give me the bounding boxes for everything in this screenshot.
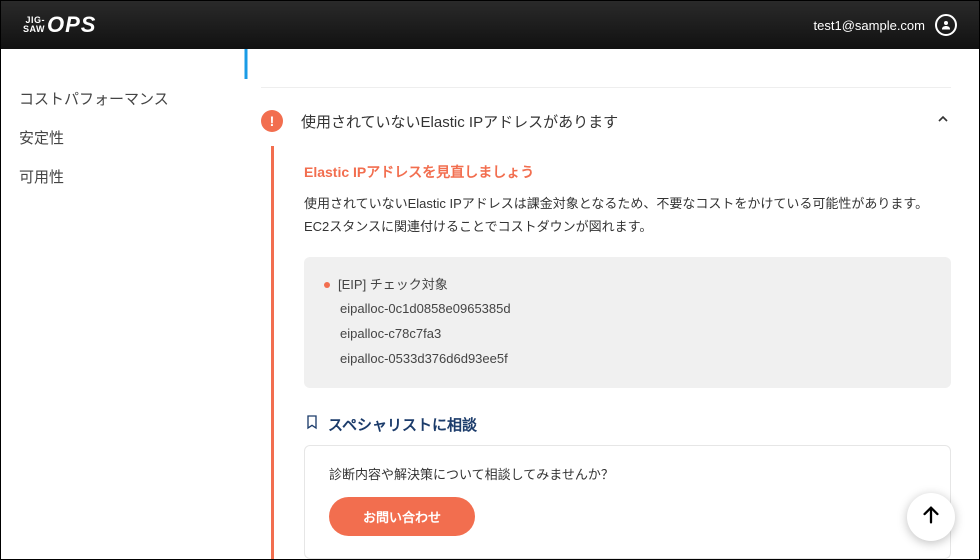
sidebar: コストパフォーマンス 安定性 可用性 (1, 49, 231, 559)
section-header[interactable]: ! 使用されていないElastic IPアドレスがあります (261, 87, 951, 146)
consult-header: スペシャリストに相談 (304, 414, 951, 435)
consult-question: 診断内容や解決策について相談してみませんか？ (329, 464, 926, 483)
bullet-icon (324, 282, 330, 288)
scroll-to-top-button[interactable] (907, 493, 955, 541)
user-icon (935, 14, 957, 36)
user-email: test1@sample.com (814, 18, 925, 33)
sidebar-item-availability[interactable]: 可用性 (19, 157, 231, 196)
sidebar-item-stability[interactable]: 安定性 (19, 118, 231, 157)
bookmark-icon (304, 414, 320, 434)
consult-section: スペシャリストに相談 診断内容や解決策について相談してみませんか？ お問い合わせ (304, 414, 951, 559)
check-item: eipalloc-0533d376d6d93ee5f (324, 347, 931, 372)
consult-title: スペシャリストに相談 (328, 414, 477, 435)
check-target-block: [EIP] チェック対象 eipalloc-0c1d0858e0965385d … (304, 257, 951, 388)
check-heading-row: [EIP] チェック対象 (324, 273, 931, 298)
content-shell: コストパフォーマンス 安定性 可用性 ! 使用されていないElastic IPア… (1, 49, 979, 559)
sidebar-item-cost-performance[interactable]: コストパフォーマンス (19, 79, 231, 118)
section-title: 使用されていないElastic IPアドレスがあります (301, 111, 917, 132)
divider-column (231, 49, 261, 559)
logo[interactable]: JIG-SAW OPS (23, 12, 96, 38)
logo-small-text: JIG-SAW (23, 16, 45, 34)
highlight-title: Elastic IPアドレスを見直しましょう (304, 162, 951, 182)
top-bar: JIG-SAW OPS test1@sample.com (1, 1, 979, 49)
check-item: eipalloc-0c1d0858e0965385d (324, 297, 931, 322)
warning-icon: ! (261, 110, 283, 132)
user-menu[interactable]: test1@sample.com (814, 14, 957, 36)
contact-button[interactable]: お問い合わせ (329, 497, 475, 536)
chevron-up-icon (935, 111, 951, 132)
check-heading: [EIP] チェック対象 (338, 273, 448, 298)
blue-indicator (245, 49, 248, 79)
arrow-up-icon (920, 504, 942, 531)
logo-large-text: OPS (47, 12, 96, 38)
section-description: 使用されていないElastic IPアドレスは課金対象となるため、不要なコストを… (304, 192, 951, 239)
check-item: eipalloc-c78c7fa3 (324, 322, 931, 347)
section-body: Elastic IPアドレスを見直しましょう 使用されていないElastic I… (271, 146, 951, 559)
consult-box: 診断内容や解決策について相談してみませんか？ お問い合わせ (304, 445, 951, 559)
main-panel: ! 使用されていないElastic IPアドレスがあります Elastic IP… (261, 49, 979, 559)
